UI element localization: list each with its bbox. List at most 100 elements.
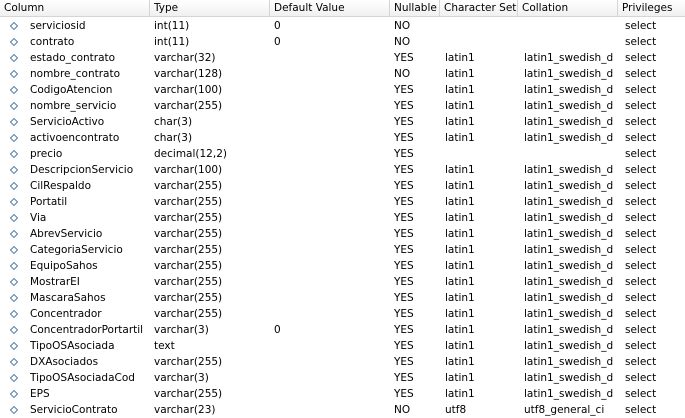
header-column[interactable]: Column xyxy=(0,0,150,16)
character-set-cell: latin1 xyxy=(445,324,475,336)
type-cell: varchar(255) xyxy=(154,180,223,192)
type-cell: char(3) xyxy=(154,132,193,144)
nullable-cell: YES xyxy=(394,292,414,304)
table-row[interactable]: contrato int(11) 0 NO select xyxy=(0,34,685,50)
type-cell: varchar(255) xyxy=(154,212,223,224)
collation-cell: latin1_swedish_d xyxy=(524,132,614,144)
column-name-cell: Concentrador xyxy=(30,308,102,320)
type-cell: varchar(255) xyxy=(154,260,223,272)
table-row[interactable]: ServicioContrato varchar(23) NO utf8 utf8_ge… xyxy=(0,402,685,418)
type-cell: varchar(255) xyxy=(154,244,223,256)
table-row[interactable]: EquipoSahos varchar(255) YES latin1 latin1_s… xyxy=(0,258,685,274)
table-row[interactable]: Concentrador varchar(255) YES latin1 latin1_… xyxy=(0,306,685,322)
type-cell: int(11) xyxy=(154,36,190,48)
header-privileges[interactable]: Privileges xyxy=(618,0,685,16)
table-row[interactable]: MostrarEI varchar(255) YES latin1 latin1_swe… xyxy=(0,274,685,290)
table-row[interactable]: DescripcionServicio varchar(100) YES latin1… xyxy=(0,162,685,178)
character-set-cell: latin1 xyxy=(445,132,475,144)
default-value-cell xyxy=(270,114,390,130)
privileges-cell: select xyxy=(625,148,657,160)
nullable-cell: YES xyxy=(394,212,414,224)
character-set-cell: latin1 xyxy=(445,84,475,96)
table-row[interactable]: CategoriaServicio varchar(255) YES latin1 la… xyxy=(0,242,685,258)
table-row[interactable]: TipoOSAsociada text YES latin1 latin1_swedis… xyxy=(0,338,685,354)
character-set-cell: latin1 xyxy=(445,164,475,176)
collation-cell: utf8_general_ci xyxy=(524,404,605,416)
type-cell: varchar(3) xyxy=(154,372,209,384)
table-row[interactable]: ServicioActivo char(3) YES latin1 latin1_swe… xyxy=(0,114,685,130)
column-name-cell: precio xyxy=(30,148,63,160)
table-row[interactable]: MascaraSahos varchar(255) YES latin1 latin1_… xyxy=(0,290,685,306)
column-name-cell: ConcentradorPortartil xyxy=(30,324,144,336)
collation-cell: latin1_swedish_d xyxy=(524,308,614,320)
table-row[interactable]: CodigoAtencion varchar(100) YES latin1 latin… xyxy=(0,82,685,98)
nullable-cell: YES xyxy=(394,148,414,160)
privileges-cell: select xyxy=(625,84,657,96)
privileges-cell: select xyxy=(625,260,657,272)
nullable-cell: YES xyxy=(394,180,414,192)
table-row[interactable]: activoencontrato char(3) YES latin1 latin1_s… xyxy=(0,130,685,146)
character-set-cell: latin1 xyxy=(445,260,475,272)
nullable-cell: YES xyxy=(394,372,414,384)
table-row[interactable]: TipoOSAsociadaCod varchar(3) YES latin1 lati… xyxy=(0,370,685,386)
header-nullable[interactable]: Nullable xyxy=(390,0,440,16)
default-value-cell xyxy=(270,82,390,98)
privileges-cell: select xyxy=(625,228,657,240)
table-row[interactable]: CilRespaldo varchar(255) YES latin1 latin1_s… xyxy=(0,178,685,194)
type-cell: varchar(255) xyxy=(154,228,223,240)
privileges-cell: select xyxy=(625,244,657,256)
header-character-set[interactable]: Character Set xyxy=(440,0,518,16)
default-value-cell xyxy=(270,194,390,210)
table-row[interactable]: Via varchar(255) YES latin1 latin1_swedish_d… xyxy=(0,210,685,226)
nullable-cell: NO xyxy=(394,36,411,48)
header-default-value[interactable]: Default Value xyxy=(270,0,390,16)
table-row[interactable]: precio decimal(12,2) YES select xyxy=(0,146,685,162)
privileges-cell: select xyxy=(625,276,657,288)
default-value-cell xyxy=(270,290,390,306)
table-row[interactable]: Portatil varchar(255) YES latin1 latin1_swed… xyxy=(0,194,685,210)
column-name-cell: Via xyxy=(30,212,47,224)
header-collation[interactable]: Collation xyxy=(518,0,618,16)
privileges-cell: select xyxy=(625,340,657,352)
character-set-cell: latin1 xyxy=(445,292,475,304)
character-set-cell xyxy=(440,34,518,50)
table-row[interactable]: AbrevServicio varchar(255) YES latin1 latin1… xyxy=(0,226,685,242)
character-set-cell: latin1 xyxy=(445,372,475,384)
collation-cell: latin1_swedish_d xyxy=(524,228,614,240)
nullable-cell: YES xyxy=(394,164,414,176)
nullable-cell: YES xyxy=(394,388,414,400)
table-row[interactable]: nombre_servicio varchar(255) YES latin1 lati… xyxy=(0,98,685,114)
privileges-cell: select xyxy=(625,404,657,416)
type-cell: varchar(255) xyxy=(154,196,223,208)
collation-cell xyxy=(518,18,616,34)
privileges-cell: select xyxy=(625,324,657,336)
table-row[interactable]: serviciosid int(11) 0 NO select xyxy=(0,18,685,34)
column-name-cell: serviciosid xyxy=(30,20,86,32)
character-set-cell: latin1 xyxy=(445,244,475,256)
table-row[interactable]: ConcentradorPortartil varchar(3) 0 YES latin… xyxy=(0,322,685,338)
column-name-cell: CodigoAtencion xyxy=(30,84,113,96)
character-set-cell xyxy=(440,18,518,34)
default-value-cell xyxy=(270,50,390,66)
character-set-cell: latin1 xyxy=(445,100,475,112)
default-value-cell xyxy=(270,66,390,82)
table-row[interactable]: nombre_contrato varchar(128) NO latin1 latin… xyxy=(0,66,685,82)
type-cell: varchar(100) xyxy=(154,84,223,96)
table-row[interactable]: EPS varchar(255) YES latin1 latin1_swedish_d… xyxy=(0,386,685,402)
type-cell: varchar(255) xyxy=(154,292,223,304)
table-row[interactable]: estado_contrato varchar(32) YES latin1 latin… xyxy=(0,50,685,66)
privileges-cell: select xyxy=(625,68,657,80)
header-type[interactable]: Type xyxy=(150,0,270,16)
collation-cell: latin1_swedish_d xyxy=(524,68,614,80)
nullable-cell: YES xyxy=(394,276,414,288)
privileges-cell: select xyxy=(625,164,657,176)
default-value-cell xyxy=(270,258,390,274)
type-cell: varchar(255) xyxy=(154,100,223,112)
privileges-cell: select xyxy=(625,52,657,64)
character-set-cell: latin1 xyxy=(445,196,475,208)
table-row[interactable]: DXAsociados varchar(255) YES latin1 latin1_s… xyxy=(0,354,685,370)
columns-grid: Column Type Default Value Nullable Chara… xyxy=(0,0,685,418)
privileges-cell: select xyxy=(625,20,657,32)
nullable-cell: YES xyxy=(394,132,414,144)
default-value-cell xyxy=(270,178,390,194)
